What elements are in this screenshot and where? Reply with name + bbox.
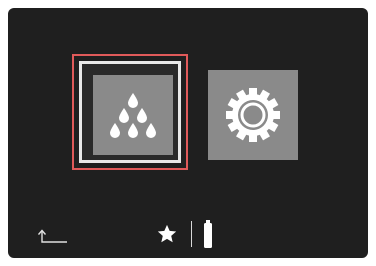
- battery-icon: [204, 220, 212, 248]
- footer-divider: [191, 221, 192, 247]
- gear-icon: [226, 88, 280, 142]
- star-icon[interactable]: [156, 223, 178, 245]
- back-arrow-icon[interactable]: [38, 228, 68, 244]
- device-screen: [8, 8, 368, 258]
- menu-tile-water-highlight[interactable]: [72, 54, 188, 170]
- menu-tile-water-frame: [79, 61, 181, 163]
- water-drops-icon: [110, 93, 156, 138]
- menu-tile-settings[interactable]: [208, 70, 298, 160]
- menu-tile-water[interactable]: [93, 75, 173, 155]
